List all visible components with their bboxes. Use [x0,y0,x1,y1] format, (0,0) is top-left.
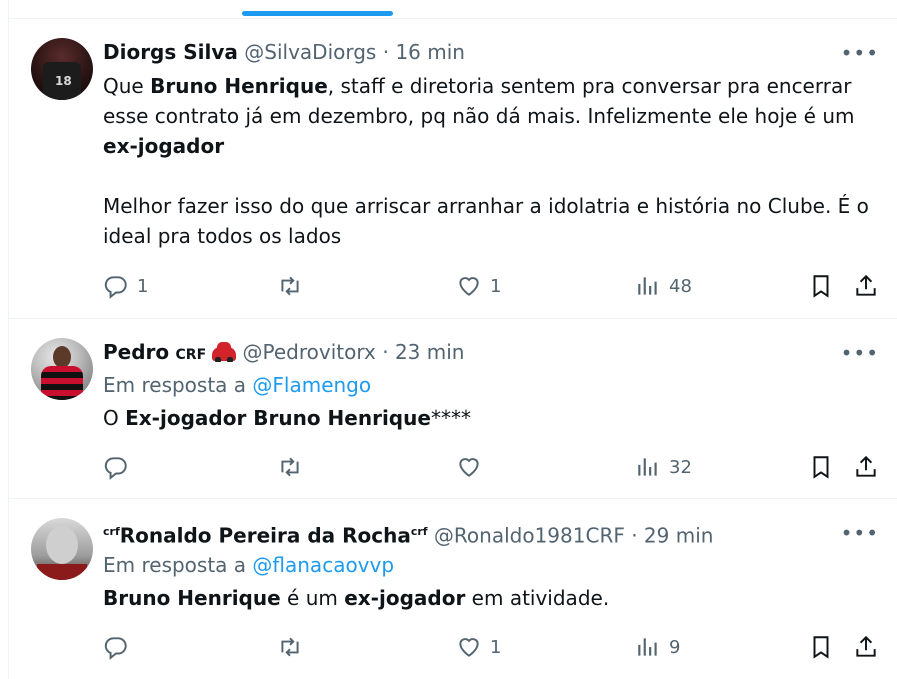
retweet-icon [281,276,299,296]
tab-indicator [242,11,393,16]
avatar-face [46,526,78,564]
tweet-line: Bruno Henrique é um ex-jogador em ativid… [103,586,610,610]
retweet-icon [281,457,299,477]
bookmark-icon [813,456,829,479]
like-icon [459,638,479,657]
like-button[interactable]: 1 [456,271,501,301]
reply-icon [104,457,127,480]
tweet-actions: 32 [103,452,879,482]
tweet-line: esse contrato já em dezembro, pq não dá … [103,104,855,128]
author-name[interactable]: Ronaldo Pereira da Rocha [120,524,411,548]
tweet-text: Bruno Henrique é um ex-jogador em ativid… [103,583,893,613]
reply-icon [104,637,127,660]
avatar-shirt [37,564,87,580]
tweet[interactable]: 18 Diorgs Silva @SilvaDiorgs · 16 min ••… [8,19,897,319]
views-count: 9 [669,636,681,658]
like-button[interactable]: 1 [456,632,501,662]
avatar-number: 18 [55,74,72,88]
tweet-actions: 1 1 48 [103,271,879,301]
share-icon [856,455,876,477]
bookmark-button[interactable] [808,632,834,662]
separator-dot: · [376,40,396,64]
share-button[interactable] [853,271,879,301]
retweet-button[interactable] [277,632,303,662]
retweet-button[interactable] [277,452,303,482]
like-count: 1 [490,636,502,658]
views-count: 32 [669,456,692,478]
tweet-actions: 1 9 [103,632,879,662]
share-button[interactable] [853,452,879,482]
name-suffix-badge: crf [410,525,428,538]
like-count: 1 [490,275,502,297]
more-options-icon[interactable]: ••• [841,521,879,545]
bookmark-button[interactable] [808,452,834,482]
avatar-head [53,346,71,368]
tweet[interactable]: crfRonaldo Pereira da Rochacrf @Ronaldo1… [8,499,897,679]
name-badge: CRF [175,347,207,363]
timestamp[interactable]: 16 min [395,40,465,64]
tweet-line: ideal pra todos os lados [103,224,342,248]
car-emoji-icon [212,341,237,362]
views-button[interactable]: 32 [635,452,692,482]
tweet-header: Pedro CRF @Pedrovitorx · 23 min [103,339,464,368]
separator-dot: · [624,523,644,548]
reply-button[interactable] [103,452,137,482]
tweet[interactable]: Pedro CRF @Pedrovitorx · 23 min ••• Em r… [8,319,897,499]
bookmark-button[interactable] [808,271,834,301]
like-icon [459,277,479,296]
views-icon [638,277,657,295]
tweet-header: Diorgs Silva @SilvaDiorgs · 16 min [103,39,465,65]
views-icon [638,458,657,476]
share-icon [856,274,876,296]
bookmark-icon [813,275,829,298]
avatar[interactable] [31,338,93,400]
bookmark-icon [813,636,829,659]
reply-mention-link[interactable]: @Flamengo [252,373,371,397]
views-icon [638,638,657,656]
views-button[interactable]: 9 [635,632,680,662]
share-button[interactable] [853,632,879,662]
views-count: 48 [669,275,692,297]
views-button[interactable]: 48 [635,271,692,301]
reply-context: Em resposta a @Flamengo [103,372,371,398]
author-name[interactable]: Diorgs Silva [103,40,238,64]
reply-mention-link[interactable]: @flanacaovvp [252,553,394,577]
author-handle[interactable]: @Pedrovitorx [243,340,376,364]
tweet-line: Melhor fazer isso do que arriscar arranh… [103,194,869,218]
tweet-text: Que Bruno Henrique, staff e diretoria se… [103,71,893,251]
tweet-text: O Ex-jogador Bruno Henrique**** [103,403,893,433]
timestamp[interactable]: 23 min [395,340,465,364]
reply-button[interactable]: 1 [103,271,148,301]
share-icon [856,635,876,657]
like-icon [459,458,479,477]
separator-dot: · [375,340,395,364]
timestamp[interactable]: 29 min [644,524,714,548]
reply-icon [104,276,127,299]
more-options-icon[interactable]: ••• [841,41,879,65]
tweet-line: Que Bruno Henrique, staff e diretoria se… [103,74,852,98]
author-name[interactable]: Pedro [103,340,169,364]
author-handle[interactable]: @Ronaldo1981CRF [434,524,625,548]
avatar[interactable] [31,518,93,580]
tweet-header: crfRonaldo Pereira da Rochacrf @Ronaldo1… [103,519,713,549]
retweet-button[interactable] [277,271,303,301]
retweet-icon [281,637,299,657]
tweet-line [103,161,893,191]
reply-count: 1 [137,275,149,297]
reply-context: Em resposta a @flanacaovvp [103,552,394,578]
author-handle[interactable]: @SilvaDiorgs [244,40,376,64]
avatar[interactable]: 18 [31,38,93,100]
avatar-shirt [41,366,83,400]
like-button[interactable] [456,452,490,482]
tweet-line: O Ex-jogador Bruno Henrique**** [103,406,471,430]
tweet-line: ex-jogador [103,134,225,158]
reply-prefix: Em resposta a [103,373,253,397]
more-options-icon[interactable]: ••• [841,341,879,365]
reply-button[interactable] [103,632,137,662]
name-prefix-badge: crf [103,525,120,538]
reply-prefix: Em resposta a [103,553,253,577]
